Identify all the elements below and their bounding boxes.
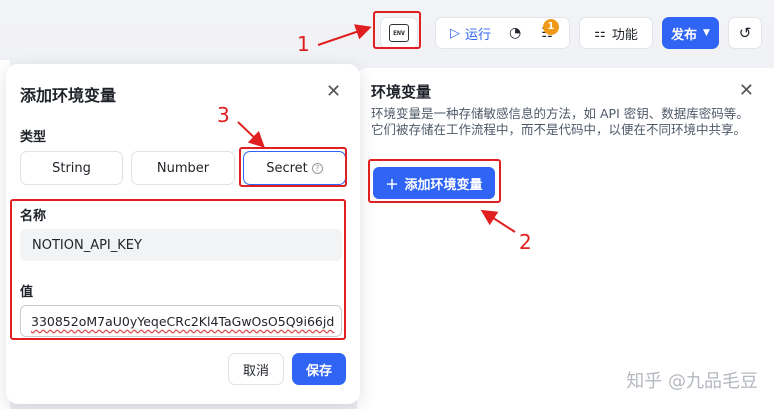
annotation-arrows bbox=[237, 24, 516, 233]
annotation-arrow-3 bbox=[237, 121, 265, 148]
app-window: ENV ▷ 运行 ◔ ☷ 1 ⚏ 功能 发布 ▼ ↺ 环境变量 ✕ 环境变量是一… bbox=[0, 0, 774, 409]
annotation-arrow-2 bbox=[480, 209, 516, 233]
annotation-arrow-1 bbox=[317, 24, 372, 46]
